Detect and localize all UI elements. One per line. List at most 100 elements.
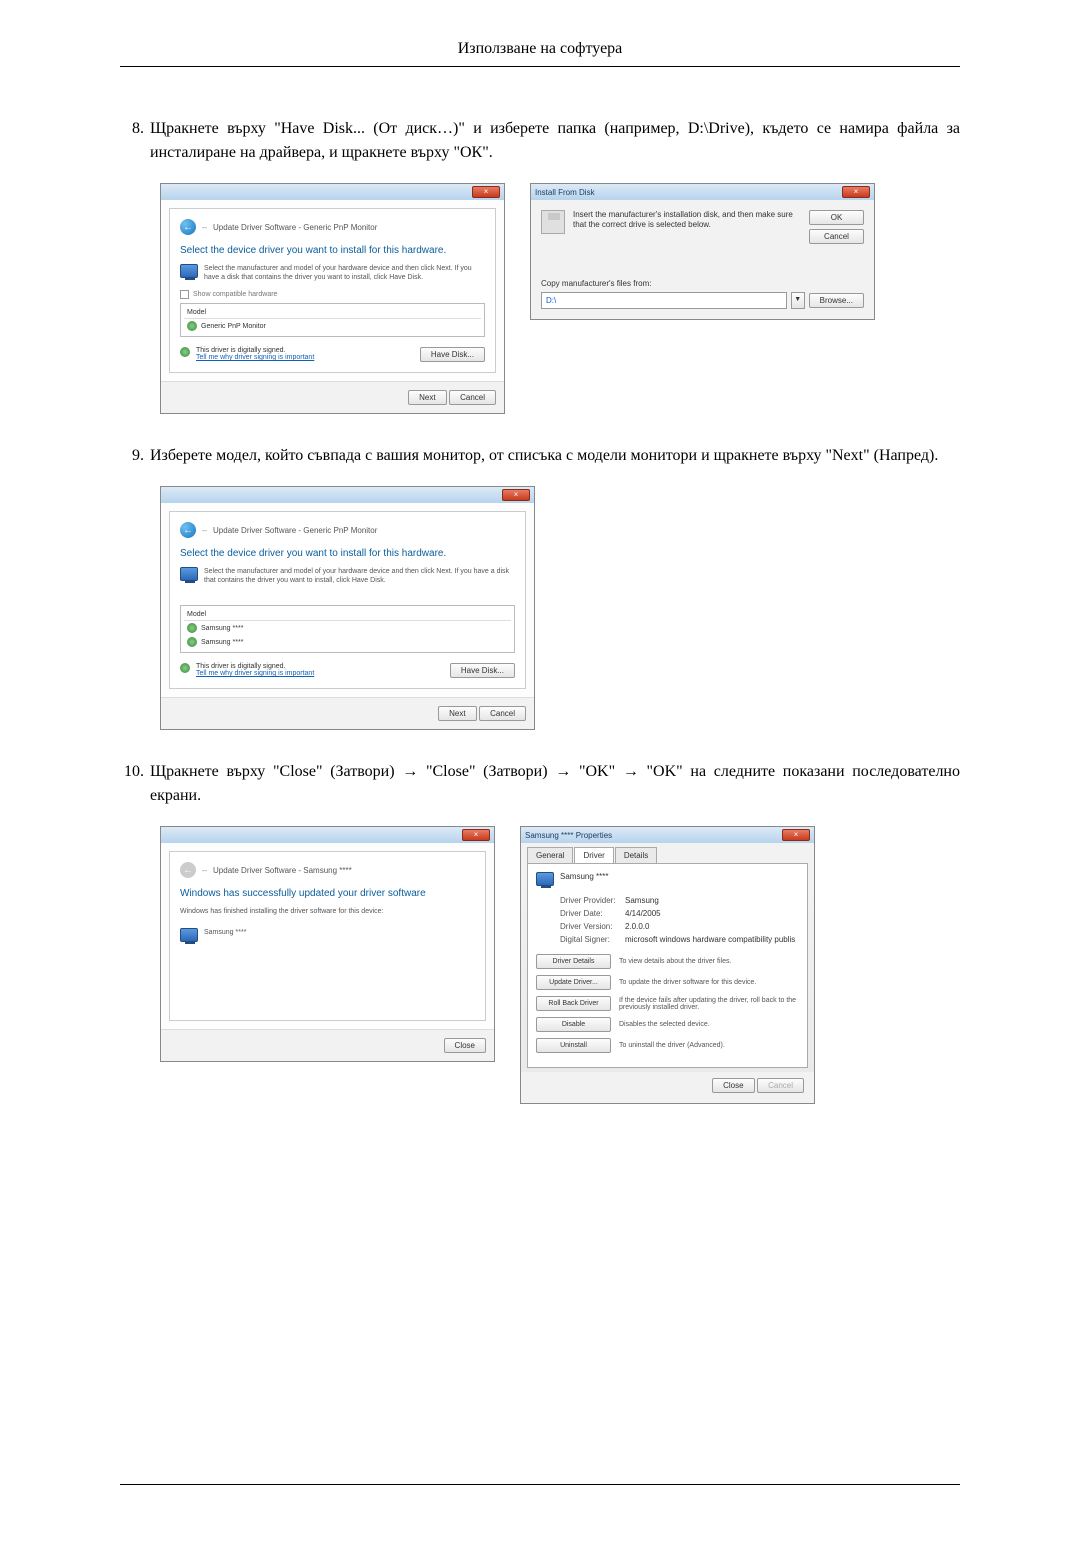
- dialog-titlebar: ×: [161, 487, 534, 503]
- signer-value: microsoft windows hardware compatibility…: [625, 935, 795, 944]
- why-signing-link[interactable]: Tell me why driver signing is important: [196, 354, 314, 361]
- model-list[interactable]: Model Generic PnP Monitor: [180, 303, 485, 337]
- back-arrow-icon[interactable]: ←: [180, 522, 196, 538]
- update-driver-dialog: × ← – Update Driver Software - Generic P…: [160, 183, 505, 414]
- close-icon[interactable]: ×: [842, 186, 870, 198]
- why-signing-link[interactable]: Tell me why driver signing is important: [196, 670, 314, 677]
- uninstall-button[interactable]: Uninstall: [536, 1038, 611, 1053]
- device-name: Samsung ****: [560, 872, 608, 886]
- disable-desc: Disables the selected device.: [619, 1021, 799, 1028]
- ok-button[interactable]: OK: [809, 210, 864, 225]
- tab-driver[interactable]: Driver: [574, 847, 613, 863]
- checkbox-label: Show compatible hardware: [193, 291, 277, 298]
- footer-rule: [120, 1484, 960, 1485]
- model-list[interactable]: Model Samsung **** Samsung ****: [180, 605, 515, 653]
- have-disk-button[interactable]: Have Disk...: [450, 663, 515, 678]
- dialog-titlebar: ×: [161, 184, 504, 200]
- dialog-footer: Next Cancel: [161, 381, 504, 413]
- cancel-button[interactable]: Cancel: [809, 229, 864, 244]
- version-value: 2.0.0.0: [625, 922, 649, 931]
- signed-text: This driver is digitally signed.: [196, 663, 314, 670]
- tab-row: General Driver Details: [521, 843, 814, 863]
- update-driver-button[interactable]: Update Driver...: [536, 975, 611, 990]
- dropdown-arrow-icon[interactable]: ▼: [791, 292, 805, 309]
- tab-details[interactable]: Details: [615, 847, 657, 863]
- dialog-title: Install From Disk: [535, 188, 595, 197]
- browse-button[interactable]: Browse...: [809, 293, 864, 308]
- cancel-button[interactable]: Cancel: [479, 706, 526, 721]
- list-header: Model: [184, 609, 511, 621]
- list-item-label: Generic PnP Monitor: [201, 323, 266, 330]
- step-9: 9. Изберете модел, който съвпада с вашия…: [120, 444, 960, 468]
- close-button[interactable]: Close: [444, 1038, 486, 1053]
- step-number: 9.: [120, 444, 150, 468]
- next-button[interactable]: Next: [438, 706, 476, 721]
- dash-icon: –: [202, 865, 207, 875]
- show-compatible-checkbox[interactable]: Show compatible hardware: [180, 290, 485, 299]
- tab-general[interactable]: General: [527, 847, 573, 863]
- disable-button[interactable]: Disable: [536, 1017, 611, 1032]
- have-disk-button[interactable]: Have Disk...: [420, 347, 485, 362]
- list-item[interactable]: Samsung ****: [184, 621, 511, 635]
- rollback-driver-button[interactable]: Roll Back Driver: [536, 996, 611, 1011]
- driver-details-button[interactable]: Driver Details: [536, 954, 611, 969]
- step-9-screenshots: × ← – Update Driver Software - Generic P…: [160, 486, 960, 730]
- page-title: Използване на софтуера: [458, 40, 623, 57]
- dialog-footer: Next Cancel: [161, 697, 534, 729]
- dialog-titlebar: Samsung **** Properties ×: [521, 827, 814, 843]
- monitor-icon: [180, 567, 198, 581]
- step-text: Изберете модел, който съвпада с вашия мо…: [150, 444, 960, 468]
- dialog-body-text: Windows has finished installing the driv…: [180, 907, 475, 916]
- path-value: D:\: [546, 296, 556, 305]
- select-model-dialog: × ← – Update Driver Software - Generic P…: [160, 486, 535, 730]
- provider-value: Samsung: [625, 896, 659, 905]
- monitor-icon: [180, 264, 198, 278]
- dialog-title: Samsung **** Properties: [525, 831, 612, 840]
- back-arrow-icon: ←: [180, 862, 196, 878]
- breadcrumb-text: Update Driver Software - Samsung ****: [213, 866, 352, 875]
- version-label: Driver Version:: [560, 922, 625, 931]
- close-icon[interactable]: ×: [462, 829, 490, 841]
- date-label: Driver Date:: [560, 909, 625, 918]
- dialog-heading: Select the device driver you want to ins…: [180, 548, 515, 559]
- step-text: Щракнете върху "Have Disk... (От диск…)"…: [150, 117, 960, 165]
- cancel-button[interactable]: Cancel: [449, 390, 496, 405]
- monitor-icon: [536, 872, 554, 886]
- dialog-titlebar: Install From Disk ×: [531, 184, 874, 200]
- close-icon[interactable]: ×: [472, 186, 500, 198]
- step-8-screenshots: × ← – Update Driver Software - Generic P…: [160, 183, 960, 414]
- breadcrumb: ← – Update Driver Software - Generic PnP…: [180, 522, 515, 538]
- close-button[interactable]: Close: [712, 1078, 754, 1093]
- step-10-screenshots: × ← – Update Driver Software - Samsung *…: [160, 826, 960, 1104]
- list-header: Model: [184, 307, 481, 319]
- breadcrumb-text: Update Driver Software - Generic PnP Mon…: [213, 223, 377, 232]
- list-item[interactable]: Samsung ****: [184, 635, 511, 649]
- dialog-footer: Close: [161, 1029, 494, 1061]
- list-item[interactable]: Generic PnP Monitor: [184, 319, 481, 333]
- close-icon[interactable]: ×: [782, 829, 810, 841]
- monitor-icon: [180, 928, 198, 942]
- provider-label: Driver Provider:: [560, 896, 625, 905]
- dialog-titlebar: ×: [161, 827, 494, 843]
- signer-label: Digital Signer:: [560, 935, 625, 944]
- floppy-icon: [541, 210, 565, 234]
- list-item-label: Samsung ****: [201, 639, 243, 646]
- shield-icon: [187, 623, 197, 633]
- path-input[interactable]: D:\: [541, 292, 787, 309]
- dialog-heading: Windows has successfully updated your dr…: [180, 888, 475, 899]
- close-icon[interactable]: ×: [502, 489, 530, 501]
- dialog-body-text: Select the manufacturer and model of you…: [204, 264, 485, 282]
- rollback-driver-desc: If the device fails after updating the d…: [619, 997, 799, 1011]
- dialog-heading: Select the device driver you want to ins…: [180, 245, 485, 256]
- back-arrow-icon[interactable]: ←: [180, 219, 196, 235]
- driver-details-desc: To view details about the driver files.: [619, 958, 799, 965]
- driver-updated-dialog: × ← – Update Driver Software - Samsung *…: [160, 826, 495, 1062]
- next-button[interactable]: Next: [408, 390, 446, 405]
- step-number: 10.: [120, 760, 150, 808]
- properties-dialog: Samsung **** Properties × General Driver…: [520, 826, 815, 1104]
- checkbox-icon[interactable]: [180, 290, 189, 299]
- update-driver-desc: To update the driver software for this d…: [619, 979, 799, 986]
- dialog-footer: Close Cancel: [521, 1072, 814, 1103]
- dash-icon: –: [202, 525, 207, 535]
- step-number: 8.: [120, 117, 150, 165]
